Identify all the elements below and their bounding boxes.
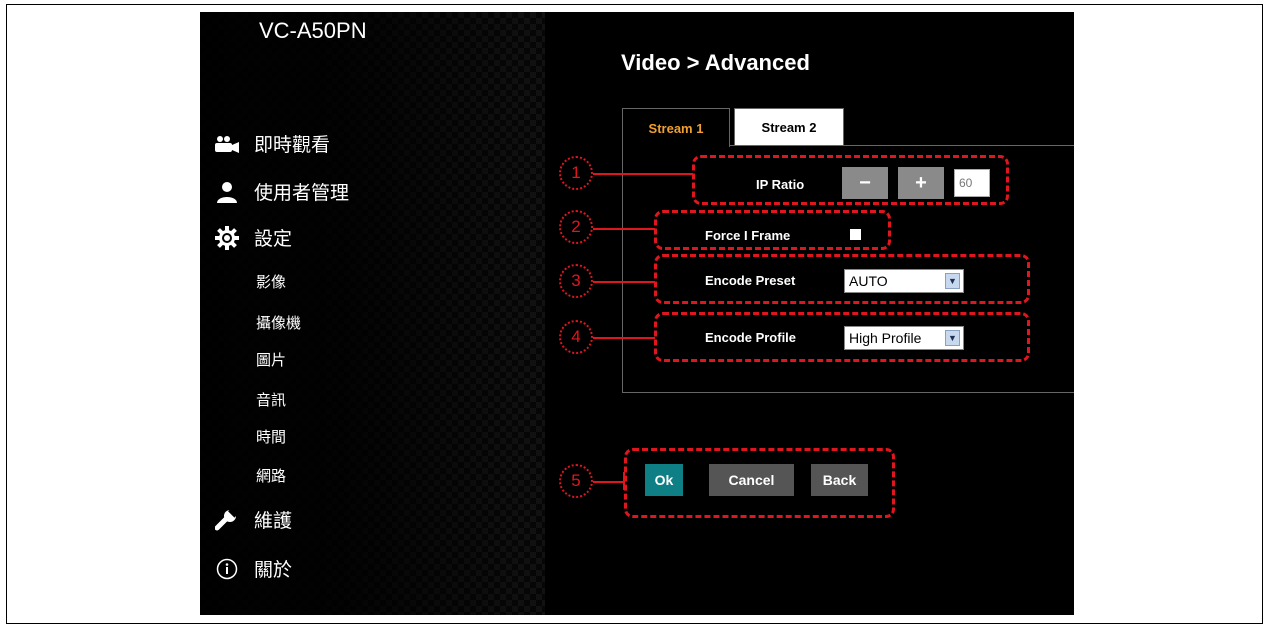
sidebar-item-camera[interactable]: 攝像機 [256, 312, 301, 333]
nav-maintenance[interactable]: 維護 [214, 506, 292, 533]
sidebar-item-time[interactable]: 時間 [256, 426, 286, 447]
callout-4-box [654, 312, 1030, 362]
callout-2-leader [593, 228, 655, 230]
nav-maintenance-label: 維護 [254, 511, 293, 532]
callout-4: 4 [559, 320, 593, 354]
sidebar-item-audio[interactable]: 音訊 [256, 389, 286, 410]
sidebar-item-picture[interactable]: 圖片 [256, 349, 286, 370]
callout-3-box [654, 254, 1030, 304]
nav-live-view-label: 即時觀看 [254, 135, 331, 156]
device-name: VC-A50PN [259, 18, 367, 43]
callout-2: 2 [559, 210, 593, 244]
info-icon [214, 557, 240, 581]
callout-2-box [654, 210, 891, 250]
gear-icon [214, 225, 240, 250]
user-icon [214, 180, 240, 204]
callout-3: 3 [559, 264, 593, 298]
callout-1-box [692, 155, 1009, 205]
callout-1: 1 [559, 156, 593, 190]
tab-stream-2[interactable]: Stream 2 [734, 108, 844, 146]
callout-4-leader [593, 337, 655, 339]
callout-5-leader [593, 481, 625, 483]
nav-user-management[interactable]: 使用者管理 [214, 178, 349, 205]
nav-about[interactable]: 關於 [214, 555, 292, 582]
nav-live-view[interactable]: 即時觀看 [214, 130, 330, 157]
sidebar-item-network[interactable]: 網路 [256, 465, 286, 486]
callout-5-box [624, 448, 895, 518]
page-title: Video > Advanced [621, 50, 810, 75]
sidebar: VC-A50PN 即時觀看 使用者管理 設定 影像 攝像機 圖片 音訊 時間 網… [200, 12, 545, 615]
callout-1-leader [593, 173, 693, 175]
wrench-icon [214, 507, 240, 532]
nav-user-management-label: 使用者管理 [254, 183, 350, 204]
nav-settings[interactable]: 設定 [214, 224, 292, 251]
nav-about-label: 關於 [254, 560, 293, 581]
callout-3-leader [593, 281, 655, 283]
callout-5: 5 [559, 464, 593, 498]
camera-users-icon [214, 132, 240, 156]
tab-stream-1[interactable]: Stream 1 [622, 108, 730, 147]
nav-settings-label: 設定 [254, 229, 293, 250]
sidebar-item-video[interactable]: 影像 [256, 271, 286, 292]
